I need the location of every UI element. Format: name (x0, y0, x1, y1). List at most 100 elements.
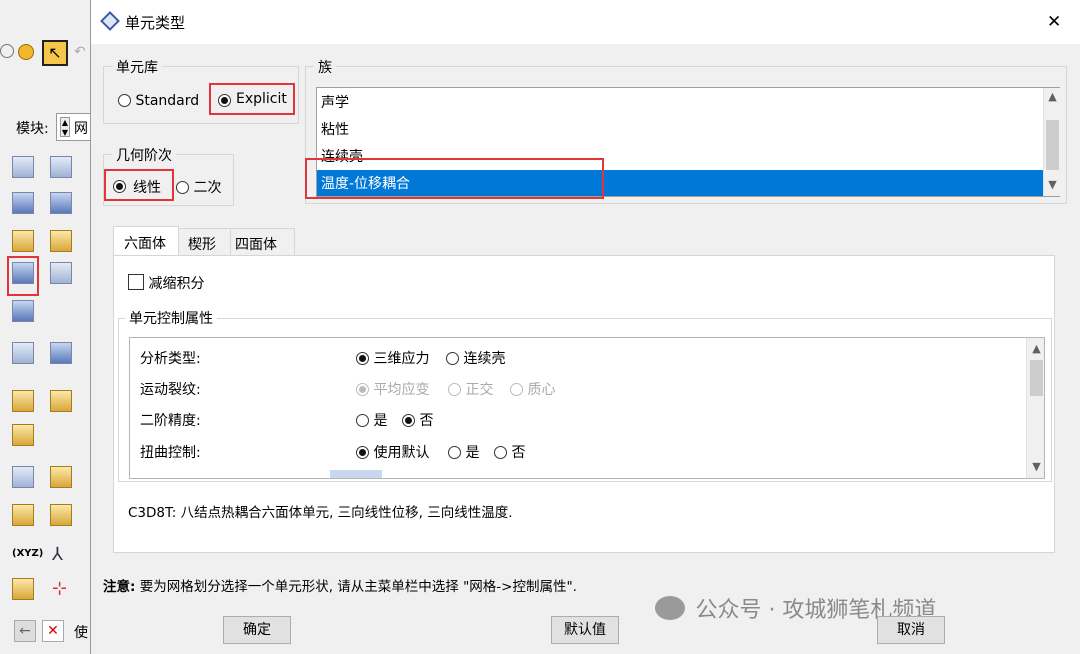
close-icon[interactable]: ✕ (1047, 12, 1061, 32)
scroll-down-icon[interactable]: ▼ (1044, 178, 1061, 191)
refine-mesh-icon[interactable] (50, 390, 72, 412)
undo-icon[interactable]: ↶ (74, 44, 86, 60)
partition-face-icon[interactable] (50, 230, 72, 252)
back-arrow-icon[interactable]: ← (14, 620, 36, 642)
3d-stress-radio[interactable]: 三维应力 (356, 348, 429, 368)
element-controls-group: 单元控制属性 分析类型: 三维应力 连续壳 运动裂纹: 平均应变 正交 质心 二… (118, 308, 1052, 482)
wechat-icon (655, 596, 685, 620)
brush-tool-icon[interactable] (12, 424, 34, 446)
standard-label: Standard (135, 93, 200, 109)
average-strain-label: 平均应变 (373, 382, 430, 398)
note-text: 要为网格划分选择一个单元形状, 请从主菜单栏中选择 "网格->控制属性". (139, 579, 577, 595)
cut-tool-icon[interactable] (50, 504, 72, 526)
scroll-up-icon[interactable]: ▲ (1027, 342, 1044, 355)
linear-radio[interactable]: 线性 (104, 169, 174, 201)
controls-list: 分析类型: 三维应力 连续壳 运动裂纹: 平均应变 正交 质心 二阶精度: 是 … (129, 337, 1045, 479)
element-library-legend: 单元库 (112, 57, 162, 77)
edit-mesh-icon[interactable] (12, 390, 34, 412)
standard-radio[interactable]: Standard (118, 93, 199, 109)
controls-scrollbar[interactable]: ▲ ▼ (1026, 338, 1044, 478)
circle-outline-icon[interactable] (0, 44, 14, 58)
use-default-radio[interactable]: 使用默认 (356, 442, 429, 462)
datum-axis-icon[interactable]: ⅄ (52, 544, 63, 565)
distortion-control-label: 扭曲控制: (140, 445, 201, 461)
average-strain-radio: 平均应变 (356, 379, 429, 399)
quadratic-radio[interactable]: 二次 (176, 177, 221, 197)
distortion-no-label: 否 (511, 445, 526, 461)
linear-label: 线性 (133, 180, 161, 196)
continuum-shell-radio[interactable]: 连续壳 (446, 348, 505, 368)
family-item[interactable]: 粘性 (321, 119, 349, 139)
ok-button[interactable]: 确定 (223, 616, 291, 644)
tab-tetrahedron[interactable]: 四面体 (231, 228, 295, 256)
dialog-title: 单元类型 (125, 14, 186, 32)
tab-hexahedron-label: 六面体 (124, 236, 166, 252)
element-controls-legend: 单元控制属性 (125, 308, 217, 328)
xyz-coordinate-icon[interactable]: (XYZ) (12, 548, 43, 559)
distortion-no-radio[interactable]: 否 (494, 442, 525, 462)
distortion-yes-radio[interactable]: 是 (448, 442, 479, 462)
3d-stress-label: 三维应力 (373, 351, 430, 367)
family-selection-highlight (305, 158, 604, 199)
module-value: 网 (74, 121, 88, 137)
create-part-icon[interactable] (50, 466, 72, 488)
tab-wedge[interactable]: 楔形 (179, 228, 231, 256)
reduced-integration-checkbox[interactable]: 减缩积分 (128, 273, 204, 293)
accuracy-no-radio-circle (402, 414, 415, 427)
element-description: C3D8T: 八结点热耦合六面体单元, 三向线性位移, 三向线性温度. (128, 505, 513, 521)
analysis-type-label: 分析类型: (140, 351, 201, 367)
mesh-region-icon[interactable] (50, 192, 72, 214)
partial-row-indicator (330, 470, 382, 478)
scroll-down-icon[interactable]: ▼ (1027, 460, 1044, 473)
module-toolbox: ↖ ↶ 模块: ▲ ▼ 网 (XYZ) ⅄ ⊹ ← ✕ 使 (0, 0, 92, 654)
use-default-label: 使用默认 (373, 445, 430, 461)
element-type-dialog: 单元类型 ✕ 单元库 Standard Explicit 几何阶次 二次 线性 … (90, 0, 1080, 654)
family-item[interactable]: 声学 (321, 92, 349, 112)
select-tool-icon[interactable] (12, 466, 34, 488)
explicit-radio[interactable]: Explicit (209, 83, 295, 115)
family-legend: 族 (314, 57, 336, 77)
geometric-order-legend: 几何阶次 (112, 145, 176, 165)
centroid-label: 质心 (527, 382, 556, 398)
use-default-radio-circle (356, 446, 369, 459)
continuum-shell-radio-circle (446, 352, 459, 365)
assign-element-type-icon[interactable] (12, 262, 34, 284)
centroid-radio: 质心 (510, 379, 555, 399)
verify-mesh-icon[interactable] (50, 262, 72, 284)
reduced-integration-label: 减缩积分 (148, 276, 205, 292)
virtual-topology-icon[interactable] (12, 504, 34, 526)
seed-edge-icon[interactable] (50, 156, 72, 178)
3d-stress-radio-circle (356, 352, 369, 365)
seed-part-icon[interactable] (12, 156, 34, 178)
scroll-thumb[interactable] (1030, 360, 1043, 396)
centroid-radio-circle (510, 383, 523, 396)
datum-csys-icon[interactable]: ⊹ (52, 578, 67, 599)
explicit-label: Explicit (236, 91, 287, 107)
cancel-button[interactable]: 取消 (877, 616, 945, 644)
defaults-button[interactable]: 默认值 (551, 616, 619, 644)
scroll-thumb[interactable] (1046, 120, 1059, 170)
accuracy-no-radio[interactable]: 否 (402, 410, 433, 430)
circle-filled-icon[interactable] (18, 44, 34, 60)
tab-tetrahedron-label: 四面体 (235, 237, 277, 253)
module-select[interactable]: ▲ ▼ 网 (56, 113, 92, 141)
dialog-titlebar[interactable]: 单元类型 ✕ (91, 0, 1080, 44)
orthogonal-radio: 正交 (448, 379, 493, 399)
scroll-up-icon[interactable]: ▲ (1044, 90, 1061, 103)
distortion-yes-label: 是 (465, 445, 480, 461)
tab-hexahedron[interactable]: 六面体 (113, 226, 179, 256)
query-info-icon[interactable] (12, 342, 34, 364)
mesh-part-icon[interactable] (12, 192, 34, 214)
datum-plane-icon[interactable] (12, 578, 34, 600)
family-scrollbar[interactable]: ▲ ▼ (1043, 88, 1060, 196)
spin-arrows-icon: ▲ ▼ (60, 117, 70, 137)
cancel-x-icon[interactable]: ✕ (42, 620, 64, 642)
standard-radio-circle (118, 94, 131, 107)
table-icon[interactable] (50, 342, 72, 364)
mesh-controls-icon[interactable] (12, 300, 34, 322)
accuracy-yes-radio[interactable]: 是 (356, 410, 387, 430)
second-order-accuracy-label: 二阶精度: (140, 413, 201, 429)
cursor-tool-icon[interactable]: ↖ (42, 40, 68, 66)
partition-cell-icon[interactable] (12, 230, 34, 252)
orthogonal-radio-circle (448, 383, 461, 396)
